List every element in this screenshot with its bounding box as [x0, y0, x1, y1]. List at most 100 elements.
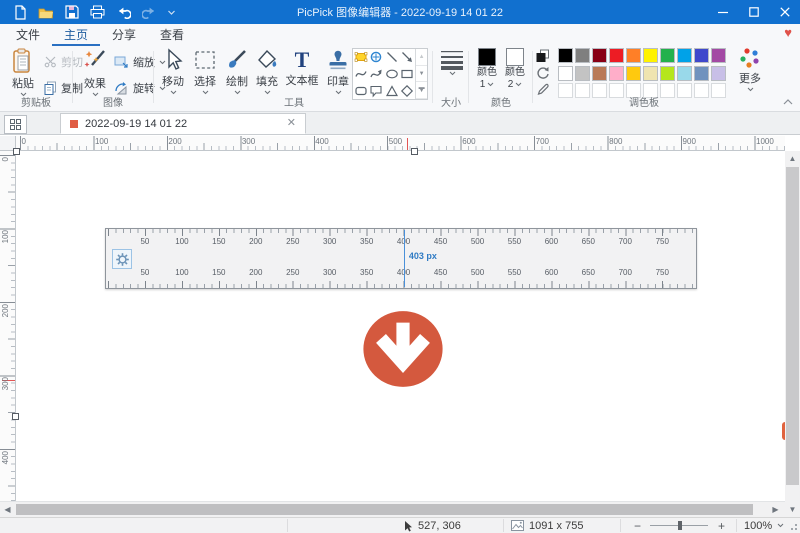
line-size-button[interactable] — [438, 48, 466, 76]
palette-swatch-0-2[interactable] — [592, 48, 607, 63]
scroll-down-icon[interactable]: ▼ — [785, 502, 800, 517]
ribbon-tab-2[interactable]: 分享 — [100, 24, 148, 46]
vertical-scrollbar[interactable]: ▲ ▼ — [785, 151, 800, 517]
eyedropper-icon[interactable] — [536, 83, 549, 96]
reset-colors-icon[interactable] — [536, 66, 549, 79]
stamp-tool-button[interactable]: 印章 — [324, 48, 352, 95]
palette-swatch-1-2[interactable] — [592, 66, 607, 81]
ribbon-tab-0[interactable]: 文件 — [4, 24, 52, 46]
zoom-level-dropdown-icon[interactable] — [777, 523, 784, 528]
swap-colors-icon[interactable] — [536, 49, 550, 62]
scroll-left-icon[interactable]: ◀ — [0, 502, 15, 517]
shape-line[interactable] — [384, 49, 400, 66]
shape-crosshair[interactable] — [369, 49, 385, 66]
h-ruler-label-400: 400 — [315, 137, 328, 146]
palette-swatch-1-9[interactable] — [711, 66, 726, 81]
paste-icon — [12, 48, 34, 74]
new-file-icon[interactable] — [14, 5, 27, 20]
more-colors-dropdown-icon[interactable] — [747, 87, 754, 92]
more-colors-button[interactable]: 更多 — [734, 47, 766, 92]
undo-icon[interactable] — [116, 6, 131, 19]
print-icon[interactable] — [90, 5, 105, 19]
select-tool-button[interactable]: 选择 — [190, 48, 220, 95]
thumbnail-view-button[interactable] — [4, 115, 27, 134]
palette-swatch-1-6[interactable] — [660, 66, 675, 81]
selection-handle-top-center[interactable] — [411, 148, 418, 155]
zoom-in-button[interactable]: + — [718, 518, 725, 533]
shape-curve[interactable] — [353, 66, 369, 83]
heart-icon[interactable]: ♥ — [784, 26, 792, 39]
horizontal-scrollbar[interactable]: ◀ ▶ — [0, 501, 785, 517]
move-tool-button[interactable]: 移动 — [158, 48, 188, 95]
shape-curve-arrow[interactable] — [369, 66, 385, 83]
h-ruler-label-800: 800 — [609, 137, 622, 146]
text-tool-icon: T — [295, 48, 310, 71]
color1-dropdown-icon[interactable] — [487, 82, 494, 87]
shape-ellipse[interactable] — [384, 66, 400, 83]
palette-swatch-0-4[interactable] — [626, 48, 641, 63]
paste-label: 粘贴 — [12, 75, 34, 91]
canvas[interactable]: 5010015020025030035040045050055060065070… — [16, 151, 785, 501]
scroll-up-icon[interactable]: ▲ — [785, 151, 800, 166]
close-button[interactable] — [769, 0, 800, 24]
palette-swatch-1-4[interactable] — [626, 66, 641, 81]
minimize-button[interactable] — [707, 0, 738, 24]
shape-scroll-down-icon[interactable]: ▼ — [416, 66, 427, 83]
palette-swatch-1-7[interactable] — [677, 66, 692, 81]
collapse-ribbon-icon[interactable] — [783, 99, 793, 105]
open-folder-icon[interactable] — [38, 6, 54, 19]
h-ruler-label-500: 500 — [389, 137, 402, 146]
palette-swatch-0-0[interactable] — [558, 48, 573, 63]
palette-swatch-1-3[interactable] — [609, 66, 624, 81]
ruler-tool-label-top-250: 250 — [281, 237, 305, 246]
draw-tool-button[interactable]: 绘制 — [222, 48, 252, 95]
ribbon-tab-3[interactable]: 查看 — [148, 24, 196, 46]
palette-swatch-1-8[interactable] — [694, 66, 709, 81]
ruler-tool-label-bottom-650: 650 — [576, 268, 600, 277]
quick-access-menu-icon[interactable] — [168, 10, 175, 15]
palette-swatch-0-5[interactable] — [643, 48, 658, 63]
fill-tool-button[interactable]: 填充 — [252, 48, 282, 95]
palette-swatch-0-7[interactable] — [677, 48, 692, 63]
document-tab-close-icon[interactable]: ✕ — [287, 118, 296, 129]
palette-swatch-0-6[interactable] — [660, 48, 675, 63]
zoom-slider-thumb[interactable] — [678, 521, 682, 530]
textbox-tool-button[interactable]: T 文本框 — [282, 48, 322, 88]
palette-swatch-1-0[interactable] — [558, 66, 573, 81]
ruler-tool-label-top-450: 450 — [429, 237, 453, 246]
selection-handle-left-center[interactable] — [12, 413, 19, 420]
maximize-button[interactable] — [738, 0, 769, 24]
ribbon-tab-1[interactable]: 主页 — [52, 24, 100, 46]
ruler-tool-label-top-500: 500 — [466, 237, 490, 246]
color1-button[interactable]: 颜色 1 — [474, 48, 500, 89]
palette-swatch-1-1[interactable] — [575, 66, 590, 81]
color2-dropdown-icon[interactable] — [515, 82, 522, 87]
vertical-scroll-thumb[interactable] — [786, 167, 799, 485]
palette-swatch-0-8[interactable] — [694, 48, 709, 63]
shape-arrow-line[interactable] — [400, 49, 416, 66]
palette-swatch-0-9[interactable] — [711, 48, 726, 63]
color2-button[interactable]: 颜色 2 — [502, 48, 528, 89]
selection-handle-top-left[interactable] — [13, 148, 20, 155]
line-size-dropdown-icon[interactable] — [449, 71, 456, 76]
paste-button[interactable]: 粘贴 — [6, 48, 40, 97]
colors-group-label: 颜色 — [470, 94, 532, 109]
zoom-level-control[interactable]: 100% — [744, 518, 784, 533]
shape-scroll-up-icon[interactable]: ▲ — [416, 49, 427, 66]
save-icon[interactable] — [65, 5, 79, 19]
scroll-right-icon[interactable]: ▶ — [768, 502, 783, 517]
palette-swatch-0-1[interactable] — [575, 48, 590, 63]
image-size-indicator: 1091 x 755 — [511, 518, 583, 533]
shape-highlight[interactable] — [353, 49, 369, 66]
document-tab[interactable]: 2022-09-19 14 01 22 ✕ — [60, 113, 306, 134]
zoom-out-button[interactable]: − — [634, 518, 641, 533]
shape-rectangle[interactable] — [400, 66, 416, 83]
redo-icon[interactable] — [142, 6, 157, 19]
palette-swatch-0-3[interactable] — [609, 48, 624, 63]
ruler-tool-label-top-300: 300 — [318, 237, 342, 246]
resize-grip[interactable] — [788, 521, 798, 531]
palette-swatch-1-5[interactable] — [643, 66, 658, 81]
horizontal-scroll-thumb[interactable] — [16, 504, 753, 515]
zoom-out-label: − — [634, 519, 641, 533]
effects-button[interactable]: 效果 — [78, 48, 112, 97]
